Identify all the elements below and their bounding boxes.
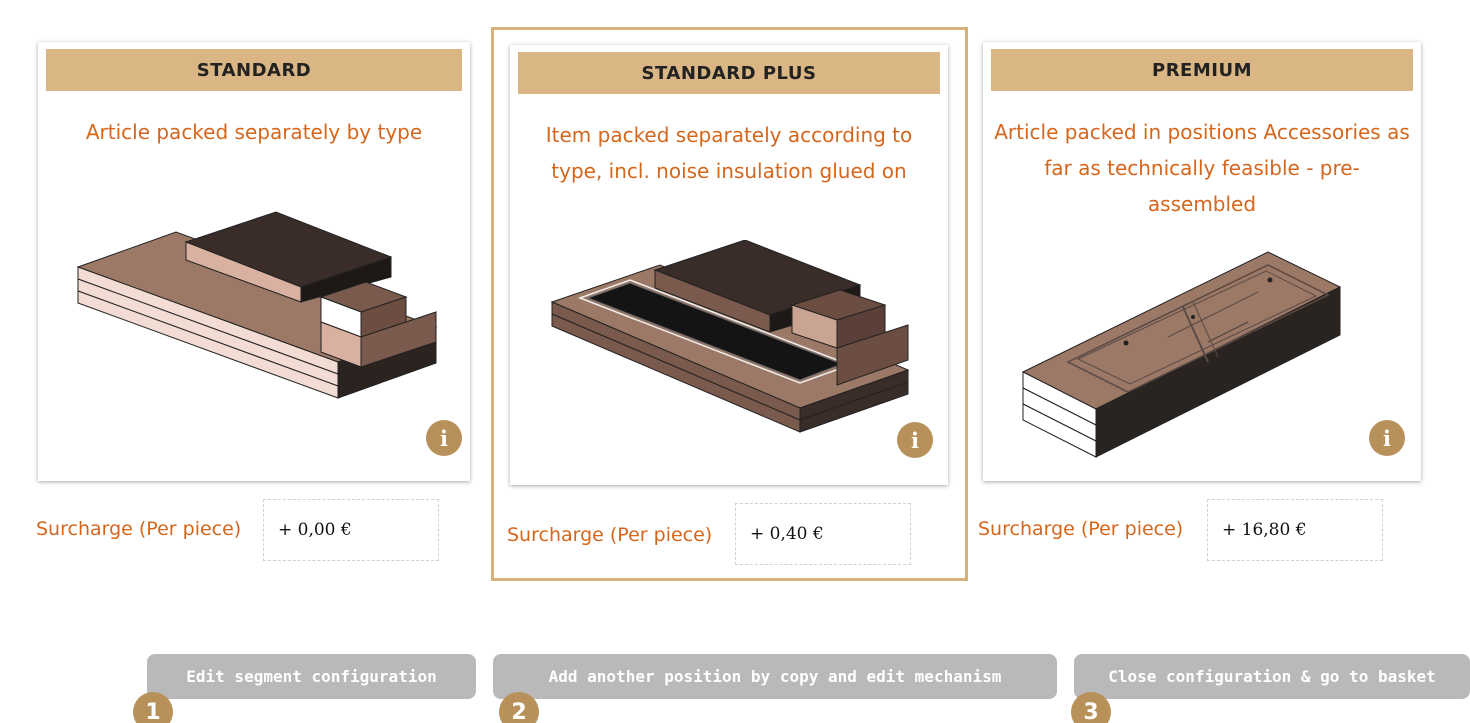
surcharge-value: + 16,80 € [1207, 499, 1383, 561]
surcharge-value: + 0,40 € [735, 503, 911, 565]
go-to-basket-button[interactable]: Close configuration & go to basket [1074, 654, 1470, 699]
surcharge-label: Surcharge (Per piece) [36, 518, 242, 540]
package-illustration [1021, 251, 1342, 458]
edit-segment-configuration-button[interactable]: Edit segment configuration [147, 654, 476, 699]
surcharge-value: + 0,00 € [263, 499, 439, 561]
option-title: STANDARD [46, 49, 462, 91]
package-illustration [550, 240, 910, 433]
option-description: Item packed separately according to type… [545, 123, 913, 183]
option-description: Article packed in positions Accessories … [994, 120, 1410, 216]
option-title: STANDARD PLUS [518, 52, 940, 94]
info-icon[interactable]: i [897, 422, 933, 458]
option-description: Article packed separately by type [85, 120, 423, 144]
info-icon[interactable]: i [1369, 420, 1405, 456]
option-card-premium[interactable]: PREMIUM Article packed in positions Acce… [983, 42, 1421, 481]
option-card-standard-plus[interactable]: STANDARD PLUS Item packed separately acc… [510, 45, 948, 485]
add-position-button[interactable]: Add another position by copy and edit me… [493, 654, 1057, 699]
packaging-options-page: STANDARD Article packed separately by ty… [0, 0, 1470, 723]
option-title: PREMIUM [991, 49, 1413, 91]
surcharge-label: Surcharge (Per piece) [978, 518, 1184, 540]
package-illustration [76, 211, 438, 399]
surcharge-label: Surcharge (Per piece) [507, 524, 713, 546]
info-icon[interactable]: i [426, 420, 462, 456]
option-card-standard[interactable]: STANDARD Article packed separately by ty… [38, 42, 470, 481]
